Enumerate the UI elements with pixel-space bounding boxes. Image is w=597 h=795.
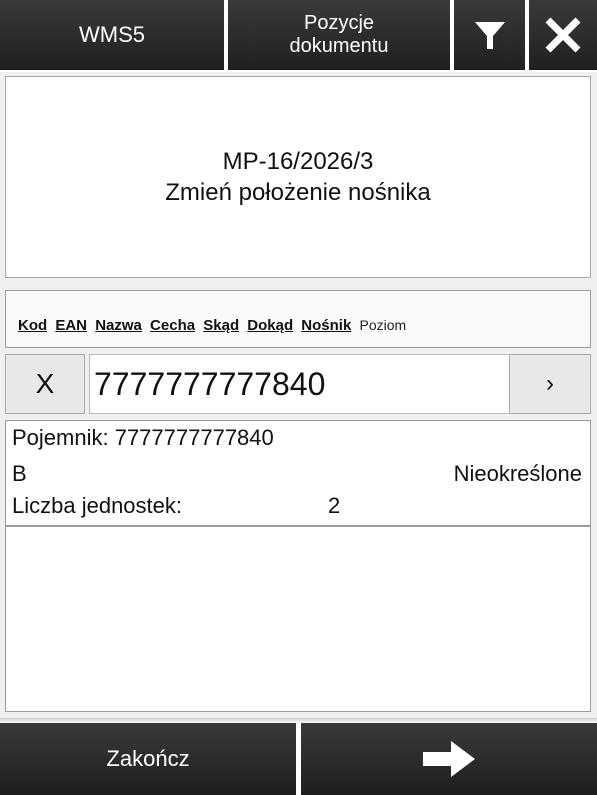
filter-button[interactable] — [454, 0, 525, 70]
items-list[interactable]: Pojemnik: 7777777777840 B Nieokreślone L… — [5, 420, 591, 712]
top-bar: WMS5 Pozycje dokumentu — [0, 0, 597, 72]
tab-poziom[interactable]: Poziom — [359, 317, 406, 333]
view-title-line1: Pozycje — [303, 12, 375, 34]
app-title-label: WMS5 — [79, 22, 145, 47]
document-number: MP-16/2026/3 — [222, 148, 374, 175]
scan-input[interactable]: 7777777777840 — [89, 354, 509, 414]
go-button[interactable]: › — [509, 354, 591, 414]
scan-input-value: 7777777777840 — [94, 365, 326, 402]
tab-nosnik[interactable]: Nośnik — [301, 317, 351, 334]
location-label: B — [12, 461, 27, 486]
filter-icon — [474, 22, 505, 49]
column-tabs: Kod EAN Nazwa Cecha Skąd Dokąd Nośnik Po… — [5, 290, 591, 348]
bottom-bar: Zakończ — [0, 718, 597, 795]
view-title: Pozycje dokumentu — [228, 0, 450, 70]
tab-ean[interactable]: EAN — [55, 317, 87, 334]
scan-row: X 7777777777840 › — [5, 354, 591, 416]
tab-nazwa[interactable]: Nazwa — [95, 317, 142, 334]
close-icon — [545, 17, 581, 53]
container-label: Pojemnik: 7777777777840 — [12, 425, 274, 450]
tab-skad[interactable]: Skąd — [203, 317, 239, 334]
finish-button[interactable]: Zakończ — [0, 723, 296, 795]
quantity-label: Liczba jednostek: — [12, 493, 182, 518]
finish-button-label: Zakończ — [106, 746, 190, 771]
tab-cecha[interactable]: Cecha — [150, 317, 195, 334]
app-title: WMS5 — [0, 0, 224, 70]
quantity-value: 2 — [328, 493, 341, 518]
document-header: MP-16/2026/3 Zmień położenie nośnika — [5, 76, 591, 278]
view-title-line2: dokumentu — [289, 35, 389, 57]
next-button[interactable] — [301, 723, 597, 795]
tab-dokad[interactable]: Dokąd — [247, 317, 293, 334]
arrow-right-icon — [423, 741, 475, 777]
document-operation: Zmień położenie nośnika — [165, 179, 431, 206]
tab-kod[interactable]: Kod — [18, 317, 47, 334]
list-item[interactable]: Pojemnik: 7777777777840 B Nieokreślone L… — [6, 421, 590, 527]
close-button[interactable] — [529, 0, 597, 70]
clear-button[interactable]: X — [5, 354, 85, 414]
status-label: Nieokreślone — [453, 461, 582, 486]
